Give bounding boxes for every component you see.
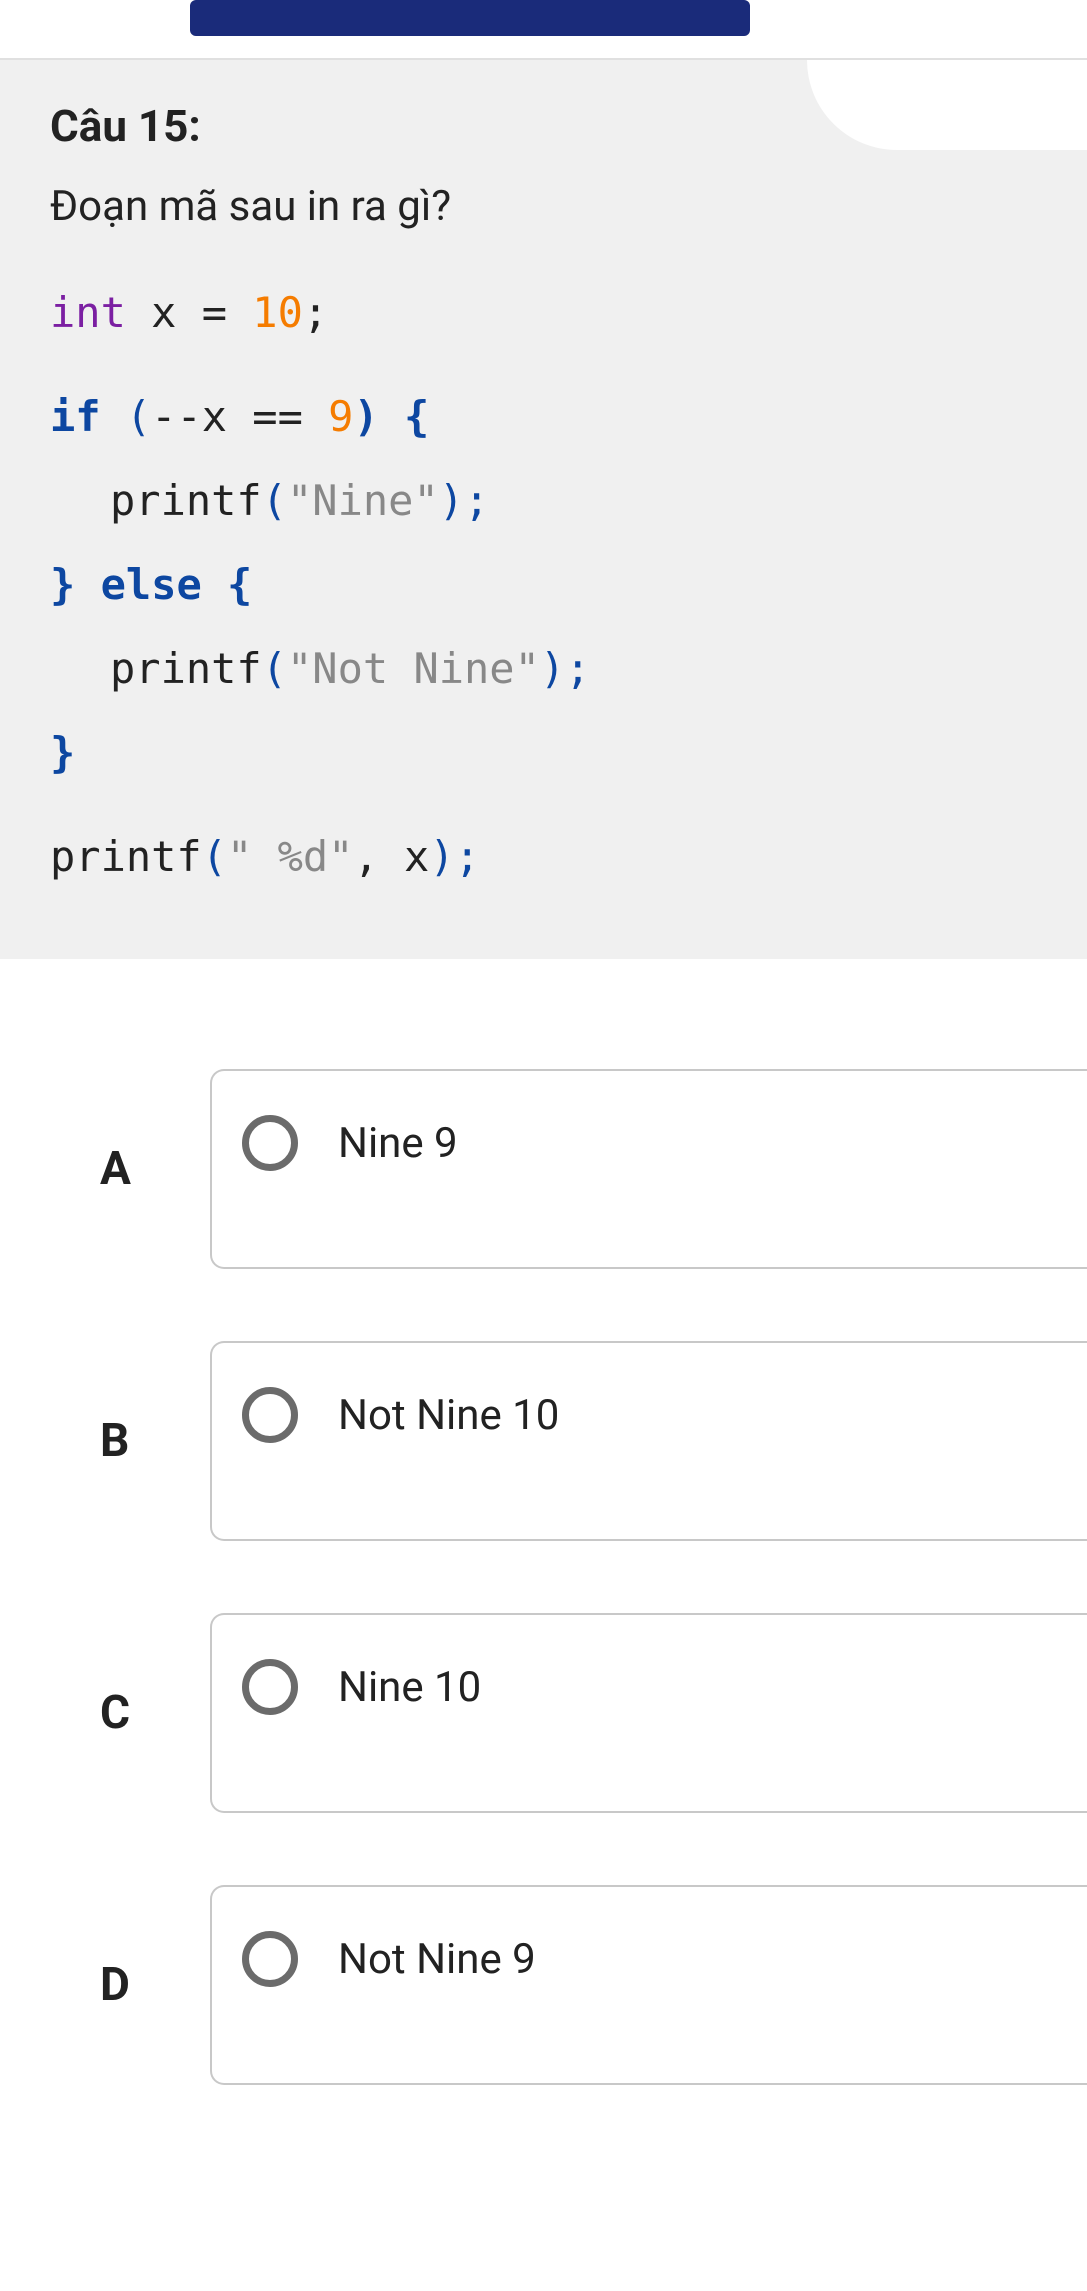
answer-letter: B (100, 1414, 210, 1468)
corner-decoration (807, 60, 1087, 150)
answer-option-d[interactable]: D Not Nine 9 (100, 1885, 1087, 2085)
answer-option-c[interactable]: C Nine 10 (100, 1613, 1087, 1813)
top-bar (0, 0, 1087, 60)
answer-letter: D (100, 1958, 210, 2012)
answer-text: Not Nine 10 (338, 1383, 559, 1440)
answers-list: A Nine 9 B Not Nine 10 C Nine 10 D Not N… (0, 959, 1087, 2217)
answer-option-a[interactable]: A Nine 9 (100, 1069, 1087, 1269)
answer-text: Nine 10 (338, 1655, 481, 1712)
answer-letter: A (100, 1142, 210, 1196)
question-prompt: Đoạn mã sau in ra gì? (50, 182, 1057, 231)
answer-text: Nine 9 (338, 1111, 458, 1168)
answer-option-b[interactable]: B Not Nine 10 (100, 1341, 1087, 1541)
radio-icon[interactable] (242, 1387, 298, 1443)
answer-box[interactable]: Nine 9 (210, 1069, 1087, 1269)
answer-box[interactable]: Nine 10 (210, 1613, 1087, 1813)
answer-box[interactable]: Not Nine 9 (210, 1885, 1087, 2085)
radio-icon[interactable] (242, 1931, 298, 1987)
answer-box[interactable]: Not Nine 10 (210, 1341, 1087, 1541)
header-button[interactable] (190, 0, 750, 36)
question-block: Câu 15: Đoạn mã sau in ra gì? int x = 10… (0, 60, 1087, 959)
answer-text: Not Nine 9 (338, 1927, 536, 1984)
code-snippet: int x = 10; if (--x == 9) { printf("Nine… (50, 271, 1057, 899)
radio-icon[interactable] (242, 1659, 298, 1715)
answer-letter: C (100, 1686, 210, 1740)
radio-icon[interactable] (242, 1115, 298, 1171)
